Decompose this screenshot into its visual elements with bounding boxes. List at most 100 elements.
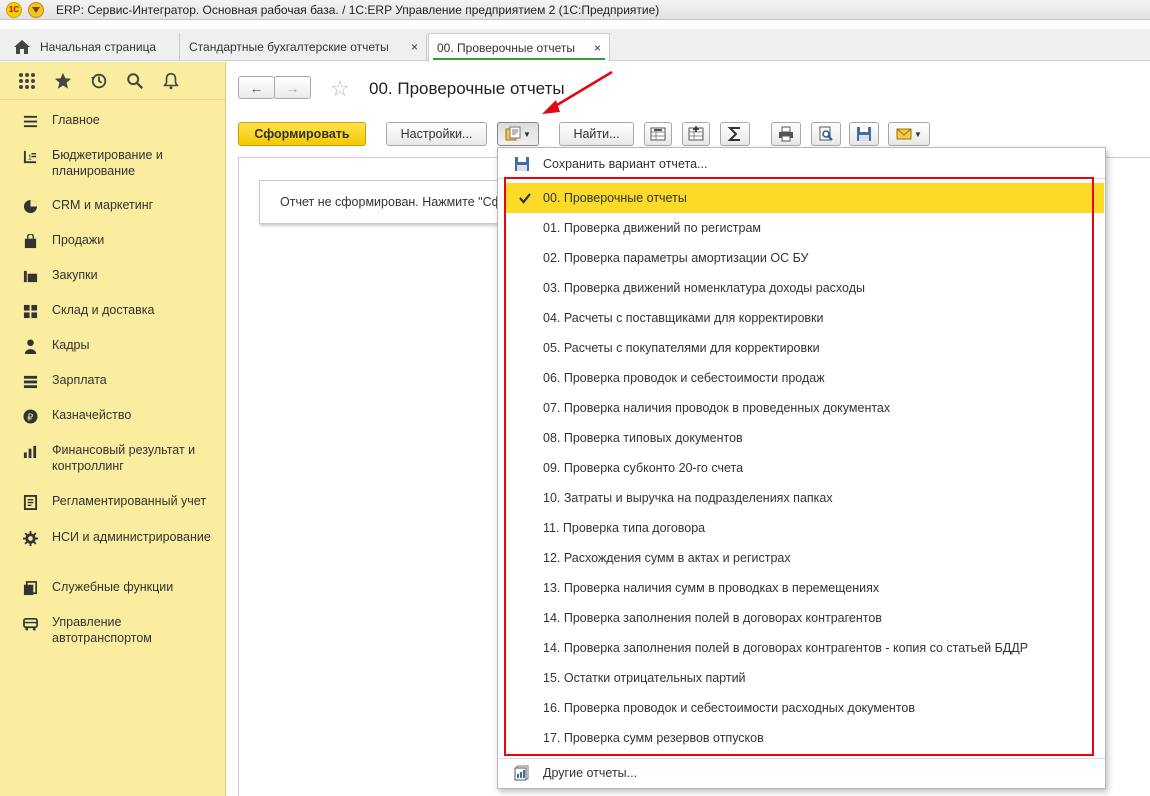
annotation-arrow-icon bbox=[542, 70, 613, 114]
sidebar-item-warehouse[interactable]: Склад и доставка bbox=[0, 302, 226, 319]
sidebar-item-label: Казначейство bbox=[52, 408, 132, 422]
tab-label: 00. Проверочные отчеты bbox=[437, 41, 576, 55]
sidebar-item-label: Бюджетирование и планирование bbox=[52, 148, 163, 178]
chevron-down-icon bbox=[32, 6, 40, 13]
sigma-icon bbox=[727, 127, 740, 141]
sidebar-item-financial-result[interactable]: Финансовый результат и контроллинг bbox=[0, 442, 226, 474]
menu-item-label: Сохранить вариант отчета... bbox=[543, 157, 708, 171]
variant-item[interactable]: 08. Проверка типовых документов bbox=[498, 423, 1105, 453]
gear-icon bbox=[22, 530, 38, 546]
sidebar-item-sales[interactable]: Продажи bbox=[0, 232, 226, 249]
print-button[interactable] bbox=[771, 122, 801, 146]
sidebar-item-purchases[interactable]: Закупки bbox=[0, 267, 226, 284]
sidebar-item-label: Кадры bbox=[52, 338, 90, 352]
variant-item[interactable]: 07. Проверка наличия проводок в проведен… bbox=[498, 393, 1105, 423]
preview-icon bbox=[819, 126, 833, 141]
menu-item-label: 03. Проверка движений номенклатура доход… bbox=[543, 281, 865, 295]
save-variant-item[interactable]: Сохранить вариант отчета... bbox=[498, 149, 1105, 179]
variant-item[interactable]: 15. Остатки отрицательных партий bbox=[498, 663, 1105, 693]
favorites-star-icon[interactable] bbox=[52, 70, 74, 92]
close-icon[interactable]: × bbox=[411, 40, 418, 54]
printer-icon bbox=[779, 126, 793, 142]
menu-item-label: 11. Проверка типа договора bbox=[543, 521, 706, 535]
sidebar-item-transport[interactable]: Управление автотранспортом bbox=[0, 614, 226, 646]
sidebar-item-label: Продажи bbox=[52, 233, 105, 247]
sidebar-item-hr[interactable]: Кадры bbox=[0, 337, 226, 354]
variant-item[interactable]: 13. Проверка наличия сумм в проводках в … bbox=[498, 573, 1105, 603]
ruble-icon: ₽ bbox=[22, 408, 38, 424]
collapse-groups-button[interactable] bbox=[644, 122, 672, 146]
variant-item[interactable]: 04. Расчеты с поставщиками для корректир… bbox=[498, 303, 1105, 333]
shopping-bag-icon bbox=[22, 233, 38, 249]
variant-item[interactable]: 03. Проверка движений номенклатура доход… bbox=[498, 273, 1105, 303]
variant-item[interactable]: 14. Проверка заполнения полей в договора… bbox=[498, 633, 1105, 663]
variant-item[interactable]: 00. Проверочные отчеты bbox=[506, 183, 1104, 213]
tab-standard-reports[interactable]: Стандартные бухгалтерские отчеты × bbox=[181, 33, 427, 61]
variant-item[interactable]: 10. Затраты и выручка на подразделениях … bbox=[498, 483, 1105, 513]
menu-item-label: 14. Проверка заполнения полей в договора… bbox=[543, 611, 882, 625]
sidebar-item-label: Финансовый результат и контроллинг bbox=[52, 443, 196, 473]
main-menu-button[interactable] bbox=[28, 1, 44, 18]
save-button[interactable] bbox=[849, 122, 879, 146]
bar-chart-icon bbox=[22, 443, 38, 459]
menu-item-label: 09. Проверка субконто 20-го счета bbox=[543, 461, 744, 475]
chevron-down-icon: ▼ bbox=[914, 129, 922, 139]
chevron-down-icon: ▼ bbox=[523, 129, 531, 139]
sidebar-item-main[interactable]: Главное bbox=[0, 112, 226, 129]
settings-button[interactable]: Настройки... bbox=[386, 122, 487, 146]
search-icon[interactable] bbox=[124, 70, 146, 92]
sidebar-item-label: Зарплата bbox=[52, 373, 107, 387]
sidebar-item-service-functions[interactable]: Служебные функции bbox=[0, 579, 226, 596]
menu-item-label: 00. Проверочные отчеты bbox=[543, 191, 687, 205]
tab-check-reports[interactable]: 00. Проверочные отчеты × bbox=[428, 33, 610, 62]
variant-item[interactable]: 02. Проверка параметры амортизации ОС БУ bbox=[498, 243, 1105, 273]
tab-home[interactable]: Начальная страница bbox=[0, 33, 180, 61]
sidebar-item-label: Служебные функции bbox=[52, 580, 174, 594]
menu-item-label: 06. Проверка проводок и себестоимости пр… bbox=[543, 371, 825, 385]
sidebar: Главное 1 Бюджетирование и планирование … bbox=[0, 62, 226, 796]
forward-button[interactable]: → bbox=[274, 76, 311, 99]
sum-button[interactable] bbox=[720, 122, 750, 146]
variant-item[interactable]: 06. Проверка проводок и себестоимости пр… bbox=[498, 363, 1105, 393]
back-button[interactable]: ← bbox=[238, 76, 275, 99]
variant-item[interactable]: 16. Проверка проводок и себестоимости ра… bbox=[498, 693, 1105, 723]
sidebar-item-treasury[interactable]: ₽ Казначейство bbox=[0, 407, 226, 424]
print-preview-button[interactable] bbox=[811, 122, 841, 146]
sidebar-item-regulated-accounting[interactable]: Регламентированный учет bbox=[0, 493, 226, 510]
variant-item[interactable]: 09. Проверка субконто 20-го счета bbox=[498, 453, 1105, 483]
save-variant-icon bbox=[515, 157, 529, 171]
report-variants-dropdown: Сохранить вариант отчета... 00. Провероч… bbox=[497, 147, 1106, 789]
other-reports-item[interactable]: Другие отчеты... bbox=[498, 758, 1105, 788]
variant-item[interactable]: 17. Проверка сумм резервов отпусков bbox=[498, 723, 1105, 753]
sidebar-item-label: НСИ и администрирование bbox=[52, 530, 211, 544]
menu-item-label: 04. Расчеты с поставщиками для корректир… bbox=[543, 311, 824, 325]
sidebar-item-budgeting[interactable]: 1 Бюджетирование и планирование bbox=[0, 147, 226, 179]
variant-item[interactable]: 05. Расчеты с покупателями для корректир… bbox=[498, 333, 1105, 363]
envelope-icon bbox=[896, 128, 912, 140]
documents-icon bbox=[22, 580, 38, 596]
sidebar-item-label: Главное bbox=[52, 113, 100, 127]
menu-item-label: 07. Проверка наличия проводок в проведен… bbox=[543, 401, 891, 415]
send-email-button[interactable]: ▼ bbox=[888, 122, 930, 146]
variant-item[interactable]: 14. Проверка заполнения полей в договора… bbox=[498, 603, 1105, 633]
history-icon[interactable] bbox=[88, 70, 110, 92]
expand-groups-button[interactable] bbox=[682, 122, 710, 146]
apps-grid-icon[interactable] bbox=[16, 70, 38, 92]
generate-button[interactable]: Сформировать bbox=[238, 122, 366, 146]
floppy-disk-icon bbox=[857, 127, 871, 141]
close-icon[interactable]: × bbox=[594, 41, 601, 55]
favorite-star-icon[interactable]: ☆ bbox=[330, 76, 350, 102]
window-title: ERP: Сервис-Интегратор. Основная рабочая… bbox=[56, 2, 660, 17]
variant-item[interactable]: 01. Проверка движений по регистрам bbox=[498, 213, 1105, 243]
sidebar-item-crm[interactable]: CRM и маркетинг bbox=[0, 197, 226, 214]
bell-icon[interactable] bbox=[160, 70, 182, 92]
tab-label: Начальная страница bbox=[40, 40, 157, 54]
variant-item[interactable]: 11. Проверка типа договора bbox=[498, 513, 1105, 543]
tabs-row: Начальная страница Стандартные бухгалтер… bbox=[0, 29, 1150, 62]
variant-item[interactable]: 12. Расхождения сумм в актах и регистрах bbox=[498, 543, 1105, 573]
sidebar-item-admin[interactable]: НСИ и администрирование bbox=[0, 529, 226, 546]
sidebar-toolbar bbox=[0, 62, 225, 100]
report-not-generated-notice: Отчет не сформирован. Нажмите "Сформиров… bbox=[259, 180, 504, 224]
title-bar: 1C ERP: Сервис-Интегратор. Основная рабо… bbox=[0, 0, 1150, 20]
sidebar-item-payroll[interactable]: Зарплата bbox=[0, 372, 226, 389]
